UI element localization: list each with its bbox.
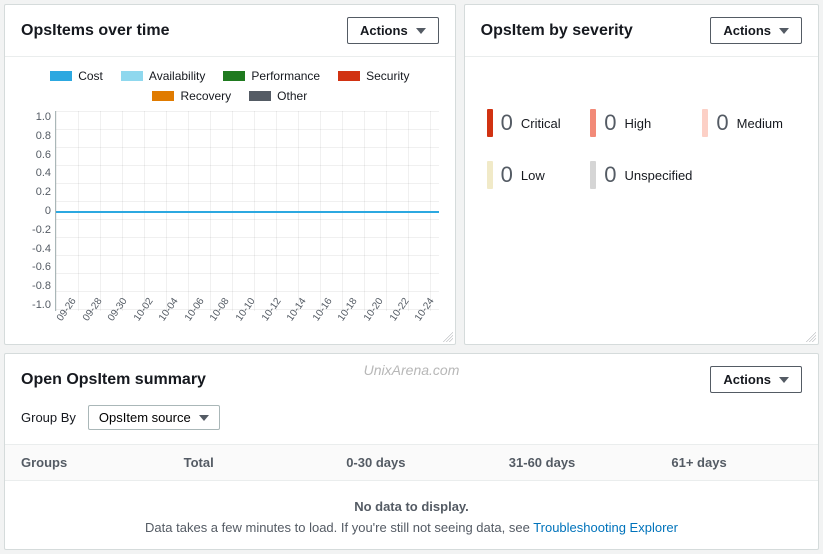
y-tick: -1.0: [21, 299, 51, 311]
legend-label: Performance: [251, 69, 320, 83]
severity-count: 0: [604, 162, 616, 188]
legend-swatch: [223, 71, 245, 81]
severity-count: 0: [716, 110, 728, 136]
legend-item[interactable]: Security: [338, 69, 409, 83]
severity-count: 0: [501, 162, 513, 188]
legend-item[interactable]: Availability: [121, 69, 205, 83]
chart-body: Cost Availability Performance Security Recov…: [5, 57, 455, 344]
hint-text: Data takes a few minutes to load. If you…: [145, 520, 533, 535]
legend-swatch: [152, 91, 174, 101]
actions-button[interactable]: Actions: [710, 17, 802, 44]
severity-item: 0 Unspecified: [590, 161, 692, 189]
severity-color-bar: [487, 109, 493, 137]
chart-legend: Cost Availability Performance Security Recov…: [21, 69, 439, 103]
y-tick: 0: [21, 205, 51, 217]
severity-color-bar: [702, 109, 708, 137]
actions-button[interactable]: Actions: [347, 17, 439, 44]
severity-count: 0: [501, 110, 513, 136]
legend-swatch: [249, 91, 271, 101]
column-header[interactable]: 31-60 days: [493, 445, 656, 480]
severity-item: 0 Medium: [702, 109, 796, 137]
panel-header: OpsItems over time Actions: [5, 5, 455, 57]
troubleshooting-link[interactable]: Troubleshooting Explorer: [533, 520, 678, 535]
severity-label: Medium: [737, 116, 783, 131]
actions-label: Actions: [360, 23, 408, 38]
actions-label: Actions: [723, 23, 771, 38]
caret-down-icon: [779, 28, 789, 34]
legend-label: Security: [366, 69, 409, 83]
summary-table-header: GroupsTotal0-30 days31-60 days61+ days: [5, 444, 818, 481]
panel-title: Open OpsItem summary: [21, 371, 206, 389]
y-tick: 0.8: [21, 130, 51, 142]
caret-down-icon: [416, 28, 426, 34]
resize-handle-icon[interactable]: [443, 332, 453, 342]
opsitems-over-time-panel: OpsItems over time Actions Cost Availabil…: [4, 4, 456, 345]
chart-area: 1.0 0.8 0.6 0.4 0.2 0 -0.2 -0.4 -0.6 -0.8 -1.0: [21, 111, 439, 311]
legend-item[interactable]: Recovery: [152, 89, 231, 103]
severity-color-bar: [590, 161, 596, 189]
severity-body: 0 Critical 0 High 0 Medium 0 Low 0 Unspecified: [465, 57, 818, 225]
legend-swatch: [338, 71, 360, 81]
group-by-label: Group By: [21, 410, 76, 425]
panel-header: OpsItem by severity Actions: [465, 5, 818, 57]
severity-color-bar: [590, 109, 596, 137]
y-axis: 1.0 0.8 0.6 0.4 0.2 0 -0.2 -0.4 -0.6 -0.8 -1.0: [21, 111, 55, 311]
y-tick: 1.0: [21, 111, 51, 123]
legend-label: Recovery: [180, 89, 231, 103]
legend-item[interactable]: Other: [249, 89, 307, 103]
severity-grid: 0 Critical 0 High 0 Medium 0 Low 0 Unspecified: [481, 69, 802, 209]
column-header[interactable]: 0-30 days: [330, 445, 493, 480]
actions-label: Actions: [723, 372, 771, 387]
panel-title: OpsItems over time: [21, 22, 170, 40]
open-opsitem-summary-panel: Open OpsItem summary UnixArena.com Actio…: [4, 353, 819, 550]
plot-area: [55, 111, 439, 311]
severity-color-bar: [487, 161, 493, 189]
legend-swatch: [121, 71, 143, 81]
panel-header: Open OpsItem summary UnixArena.com Actio…: [5, 354, 818, 405]
empty-state-title: No data to display.: [5, 481, 818, 520]
y-tick: -0.4: [21, 243, 51, 255]
resize-handle-icon[interactable]: [806, 332, 816, 342]
legend-item[interactable]: Performance: [223, 69, 320, 83]
y-tick: 0.2: [21, 186, 51, 198]
column-header[interactable]: 61+ days: [655, 445, 818, 480]
y-tick: 0.4: [21, 167, 51, 179]
column-header[interactable]: Total: [168, 445, 331, 480]
severity-label: Low: [521, 168, 545, 183]
severity-label: High: [624, 116, 651, 131]
y-tick: -0.8: [21, 280, 51, 292]
legend-label: Cost: [78, 69, 103, 83]
caret-down-icon: [199, 415, 209, 421]
group-by-row: Group By OpsItem source: [5, 405, 818, 444]
empty-state-hint: Data takes a few minutes to load. If you…: [5, 520, 818, 549]
opsitem-by-severity-panel: OpsItem by severity Actions 0 Critical 0 Hi…: [464, 4, 819, 345]
y-tick: 0.6: [21, 149, 51, 161]
severity-label: Unspecified: [624, 168, 692, 183]
column-header[interactable]: Groups: [5, 445, 168, 480]
severity-item: 0 Critical: [487, 109, 581, 137]
group-by-value: OpsItem source: [99, 410, 191, 425]
severity-count: 0: [604, 110, 616, 136]
y-tick: -0.6: [21, 261, 51, 273]
watermark-text: UnixArena.com: [364, 362, 460, 378]
y-tick: -0.2: [21, 224, 51, 236]
legend-item[interactable]: Cost: [50, 69, 103, 83]
legend-swatch: [50, 71, 72, 81]
actions-button[interactable]: Actions: [710, 366, 802, 393]
panel-title: OpsItem by severity: [481, 22, 633, 40]
data-line: [56, 211, 439, 213]
severity-label: Critical: [521, 116, 561, 131]
group-by-select[interactable]: OpsItem source: [88, 405, 220, 430]
legend-label: Other: [277, 89, 307, 103]
severity-item: 0 Low: [487, 161, 581, 189]
severity-item: 0 High: [590, 109, 692, 137]
x-axis: 09-2609-2809-3010-0210-0410-0610-0810-10…: [55, 317, 439, 328]
caret-down-icon: [779, 377, 789, 383]
legend-label: Availability: [149, 69, 205, 83]
